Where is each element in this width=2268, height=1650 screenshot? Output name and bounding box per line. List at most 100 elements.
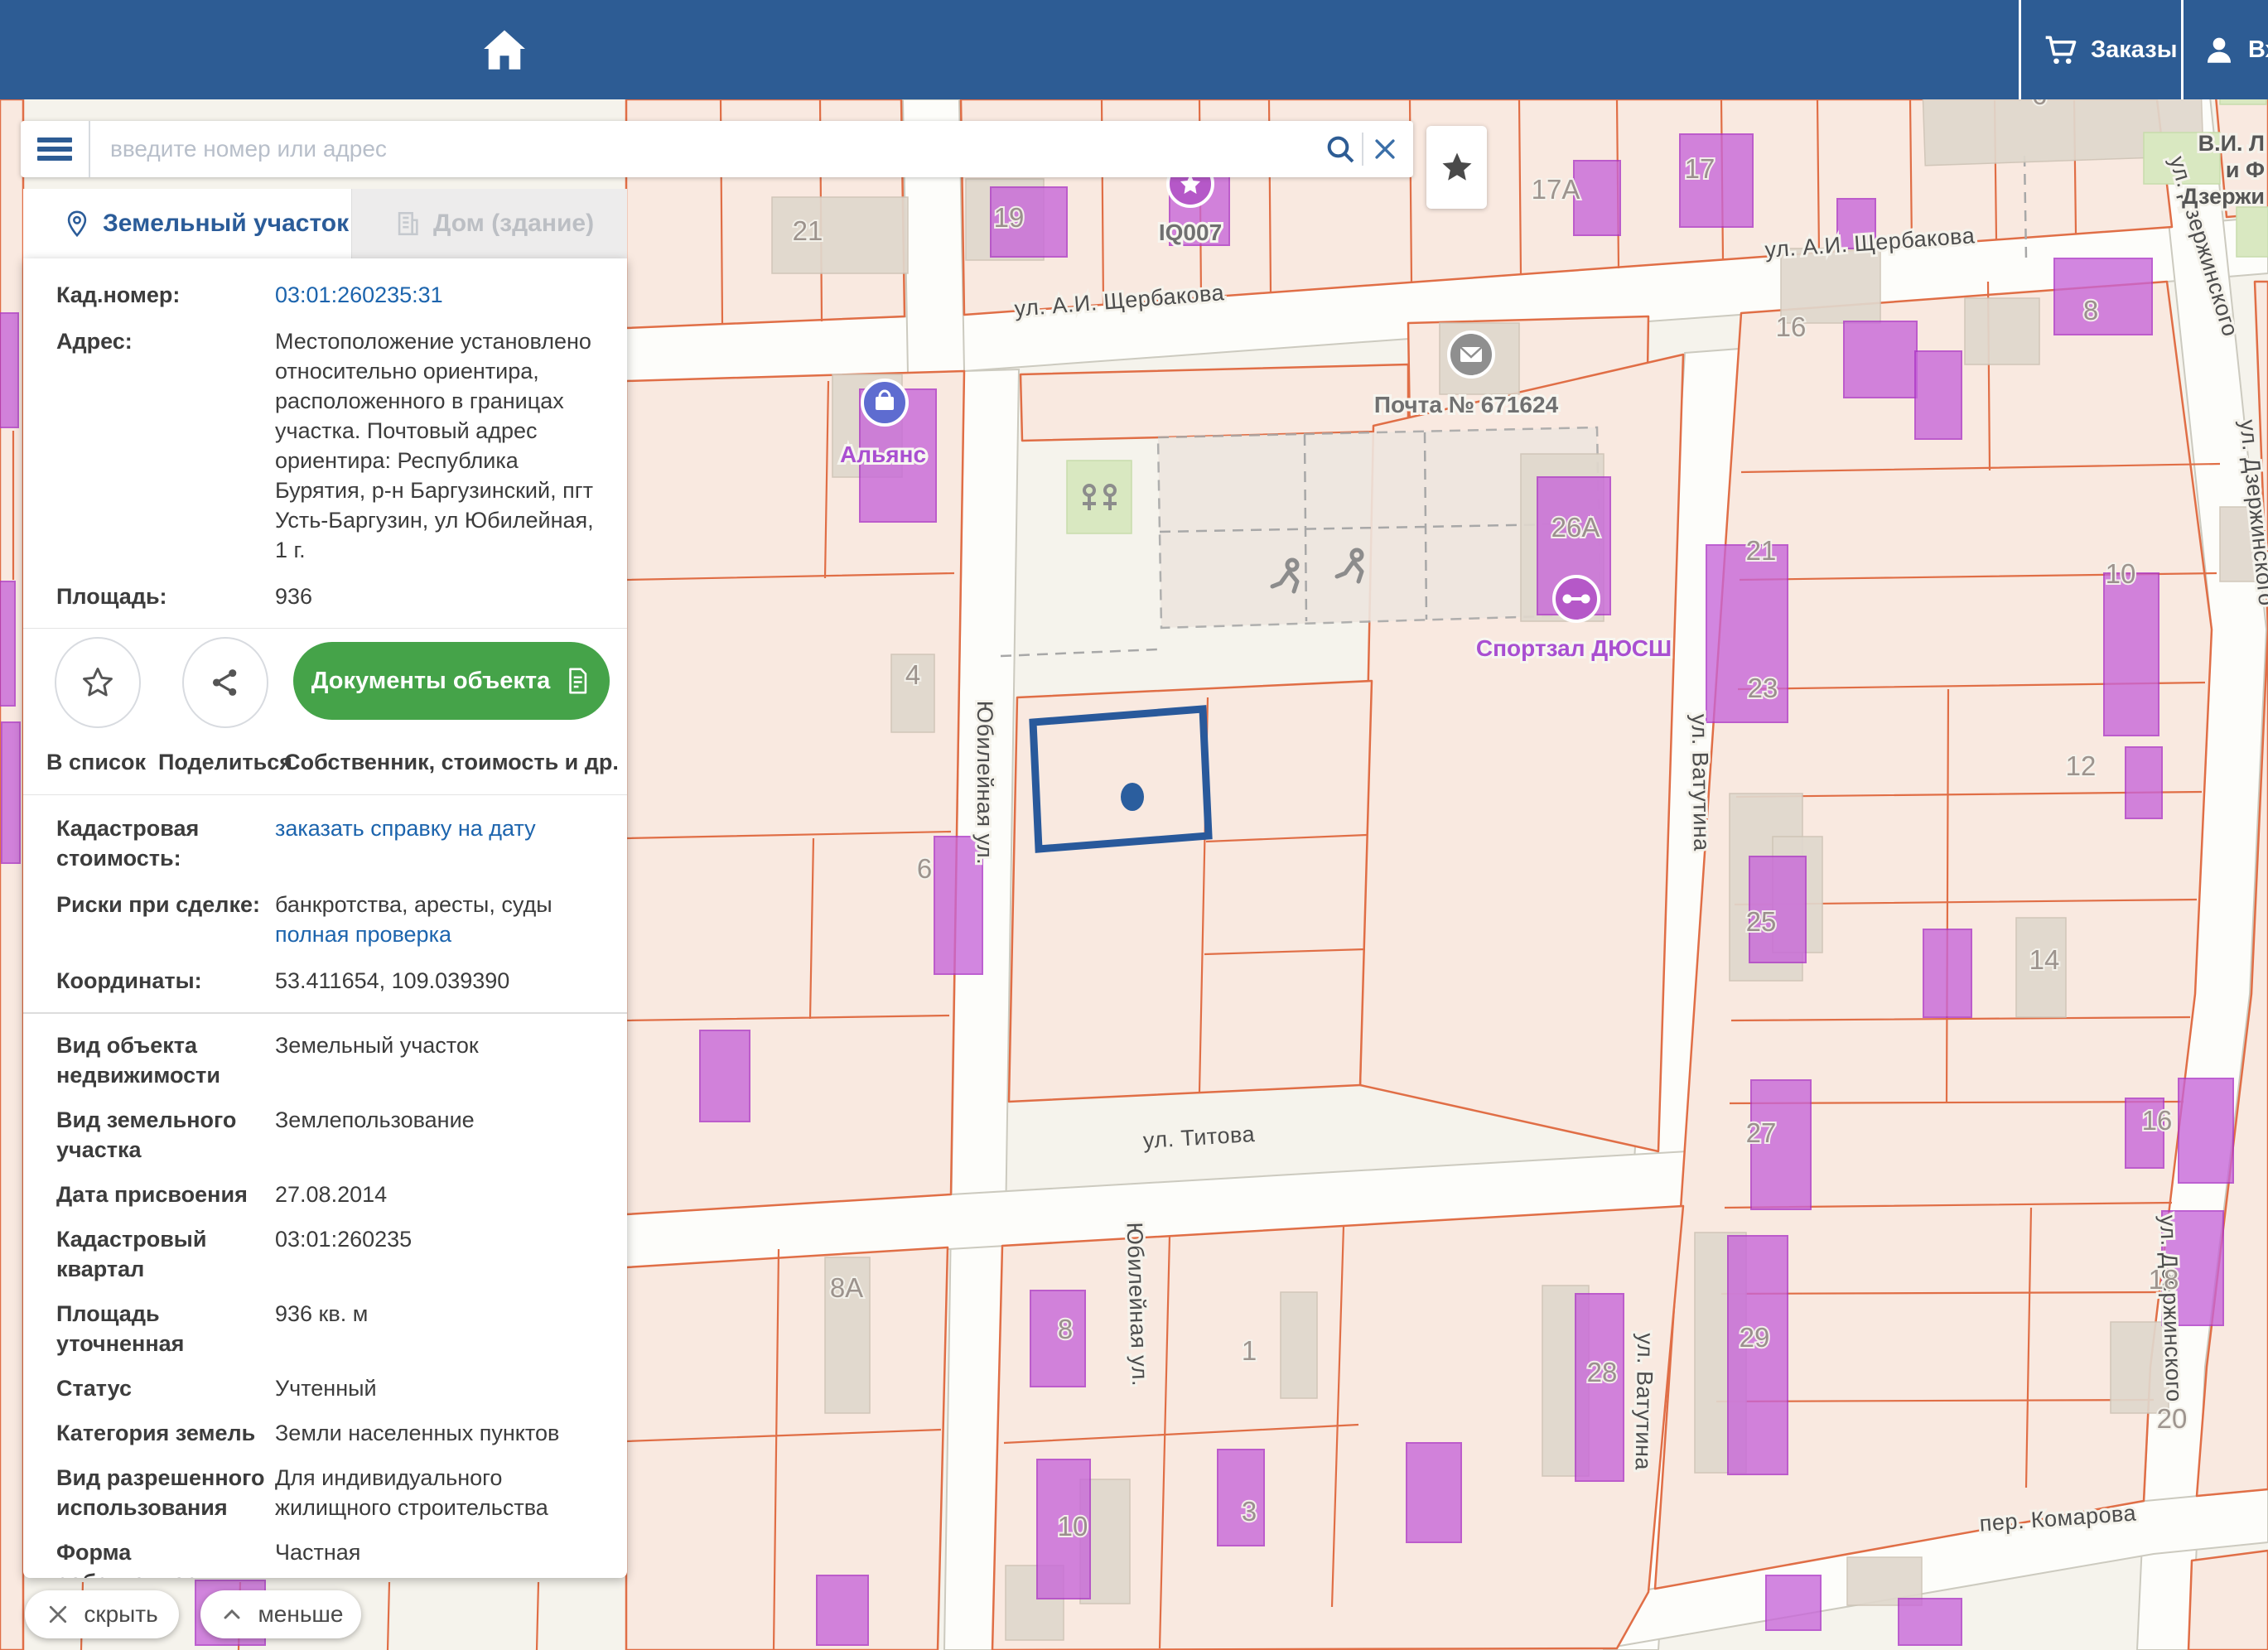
less-label: меньше — [258, 1601, 344, 1628]
search-input[interactable] — [90, 136, 1319, 162]
field-value: 03:01:260235 — [275, 1224, 609, 1254]
panel-field-row: Вид разрешенного использованияДля индиви… — [56, 1463, 609, 1522]
field-value: Земли населенных пунктов — [275, 1418, 609, 1448]
tab-label: Земельный участок — [103, 210, 349, 238]
field-value: Земельный участок — [275, 1030, 609, 1060]
parcel-number-label: 18 — [2149, 1264, 2179, 1295]
parcel-number-label: 1 — [1242, 1335, 1257, 1366]
field-label: Дата присвоения — [56, 1180, 275, 1209]
parcel-number-label: 4 — [905, 659, 920, 690]
close-icon — [1371, 135, 1399, 163]
share-icon — [208, 665, 243, 700]
search-submit-button[interactable] — [1319, 121, 1362, 177]
object-documents-button[interactable]: Документы объекта — [293, 642, 610, 720]
parcel-number-label: 10 — [2106, 558, 2136, 589]
owner-caption: Собственник, стоимость и др. — [284, 750, 619, 775]
field-value: Местоположение установлено относительно … — [275, 326, 609, 565]
selected-parcel-marker — [1121, 783, 1144, 811]
panel-field-row: Кадастровый квартал03:01:260235 — [56, 1224, 609, 1284]
hamburger-icon — [37, 133, 72, 165]
favorites-panel-button[interactable] — [1426, 126, 1487, 209]
street-label: ул. Ватутина — [1687, 714, 1715, 852]
parcel-number-label: 19 — [994, 202, 1025, 233]
hide-panel-button[interactable]: скрыть — [25, 1590, 179, 1638]
field-label: Форма собственности — [56, 1537, 275, 1578]
field-label: Риски при сделке: — [56, 890, 275, 949]
cart-icon — [2043, 31, 2079, 68]
field-value: Частная — [275, 1537, 609, 1567]
field-value: Землепользование — [275, 1105, 609, 1135]
actions-row: Документы объекта В список Поделиться Со… — [23, 629, 627, 794]
object-tabs: Земельный участок Дом (здание) — [23, 189, 627, 258]
parcel-number-label: 23 — [1748, 673, 1778, 703]
location-pin-icon — [63, 210, 91, 238]
panel-field-row: Риски при сделке:банкротства, аресты, су… — [56, 890, 609, 949]
star-icon — [1440, 150, 1474, 185]
share-button[interactable] — [182, 637, 268, 728]
panel-field-row: Координаты:53.411654, 109.039390 — [56, 966, 609, 996]
map-annotation: Дзержи — [2182, 184, 2265, 209]
map-annotation: и Ф — [2226, 157, 2265, 182]
menu-button[interactable] — [21, 121, 90, 177]
parcel-number-label: 27 — [1746, 1117, 1777, 1148]
parcel-number-label: 8 — [2083, 295, 2098, 326]
clear-search-button[interactable] — [1363, 121, 1407, 177]
field-label: Вид объекта недвижимости — [56, 1030, 275, 1090]
document-icon — [563, 667, 591, 695]
close-icon — [46, 1602, 70, 1627]
field-label: Кадастровая стоимость: — [56, 813, 275, 873]
parcel-info-panel: Кад.номер:03:01:260235:31Адрес:Местополо… — [23, 258, 627, 1578]
panel-field-row: СтатусУчтенный — [56, 1373, 609, 1403]
collapse-panel-button[interactable]: меньше — [200, 1590, 361, 1638]
field-label: Кадастровый квартал — [56, 1224, 275, 1284]
parcel-number-label: 29 — [1740, 1322, 1770, 1353]
home-icon[interactable] — [477, 22, 532, 76]
field-value: Для индивидуального жилищного строительс… — [275, 1463, 609, 1522]
field-label: Вид земельного участка — [56, 1105, 275, 1165]
field-label: Вид разрешенного использования — [56, 1463, 275, 1522]
parcel-number-label: 14 — [2029, 944, 2060, 975]
field-value-link[interactable]: 03:01:260235:31 — [275, 280, 609, 310]
poi-label: Альянс — [840, 441, 926, 467]
search-bar — [21, 121, 1413, 177]
field-value: банкротства, аресты, суды — [275, 890, 609, 919]
panel-field-row: Дата присвоения27.08.2014 — [56, 1180, 609, 1209]
street-label: ул. Ватутина — [1631, 1333, 1658, 1471]
parcel-number-label: 21 — [1746, 535, 1777, 566]
star-outline-icon — [80, 664, 116, 701]
parcel-number-label: 26А — [1551, 512, 1600, 543]
field-value: 936 кв. м — [275, 1299, 609, 1329]
parcel-number-label: 3 — [1242, 1496, 1257, 1527]
parcel-number-label: 20 — [2157, 1403, 2188, 1434]
parcel-number-label: 17А — [1532, 174, 1580, 205]
add-to-list-button[interactable] — [55, 637, 141, 728]
hide-label: скрыть — [84, 1601, 157, 1628]
panel-field-row: Вид земельного участкаЗемлепользование — [56, 1105, 609, 1165]
field-label: Площадь: — [56, 581, 275, 611]
header-divider — [2019, 0, 2021, 99]
favorite-caption: В список — [46, 750, 146, 775]
field-label: Статус — [56, 1373, 275, 1403]
field-value: 27.08.2014 — [275, 1180, 609, 1209]
parcel-number-label: 16 — [2142, 1105, 2173, 1136]
poi-label: IQ007 — [1159, 220, 1222, 245]
tab-building[interactable]: Дом (здание) — [351, 189, 627, 258]
field-label: Адрес: — [56, 326, 275, 565]
panel-field-row: Площадь:936 — [56, 581, 609, 611]
documents-button-label: Документы объекта — [311, 668, 550, 695]
orders-label: Заказы — [2091, 36, 2177, 64]
user-icon — [2202, 32, 2237, 67]
login-button[interactable]: Вход — [2202, 0, 2268, 99]
street-label: Юбилейная ул. — [972, 701, 997, 865]
panel-field-row: Категория земельЗемли населенных пунктов — [56, 1418, 609, 1448]
chevron-up-icon — [219, 1601, 245, 1628]
poi-label: Почта № 671624 — [1374, 392, 1559, 417]
field-value-link[interactable]: полная проверка — [275, 919, 609, 949]
orders-button[interactable]: Заказы — [2043, 0, 2177, 99]
panel-field-row: Адрес:Местоположение установлено относит… — [56, 326, 609, 565]
parcel-number-label: 25 — [1746, 906, 1777, 937]
field-value-link[interactable]: заказать справку на дату — [275, 813, 609, 843]
parcel-number-label: 12 — [2066, 750, 2097, 781]
panel-field-row: Площадь уточненная936 кв. м — [56, 1299, 609, 1358]
tab-land-parcel[interactable]: Земельный участок — [23, 189, 351, 258]
